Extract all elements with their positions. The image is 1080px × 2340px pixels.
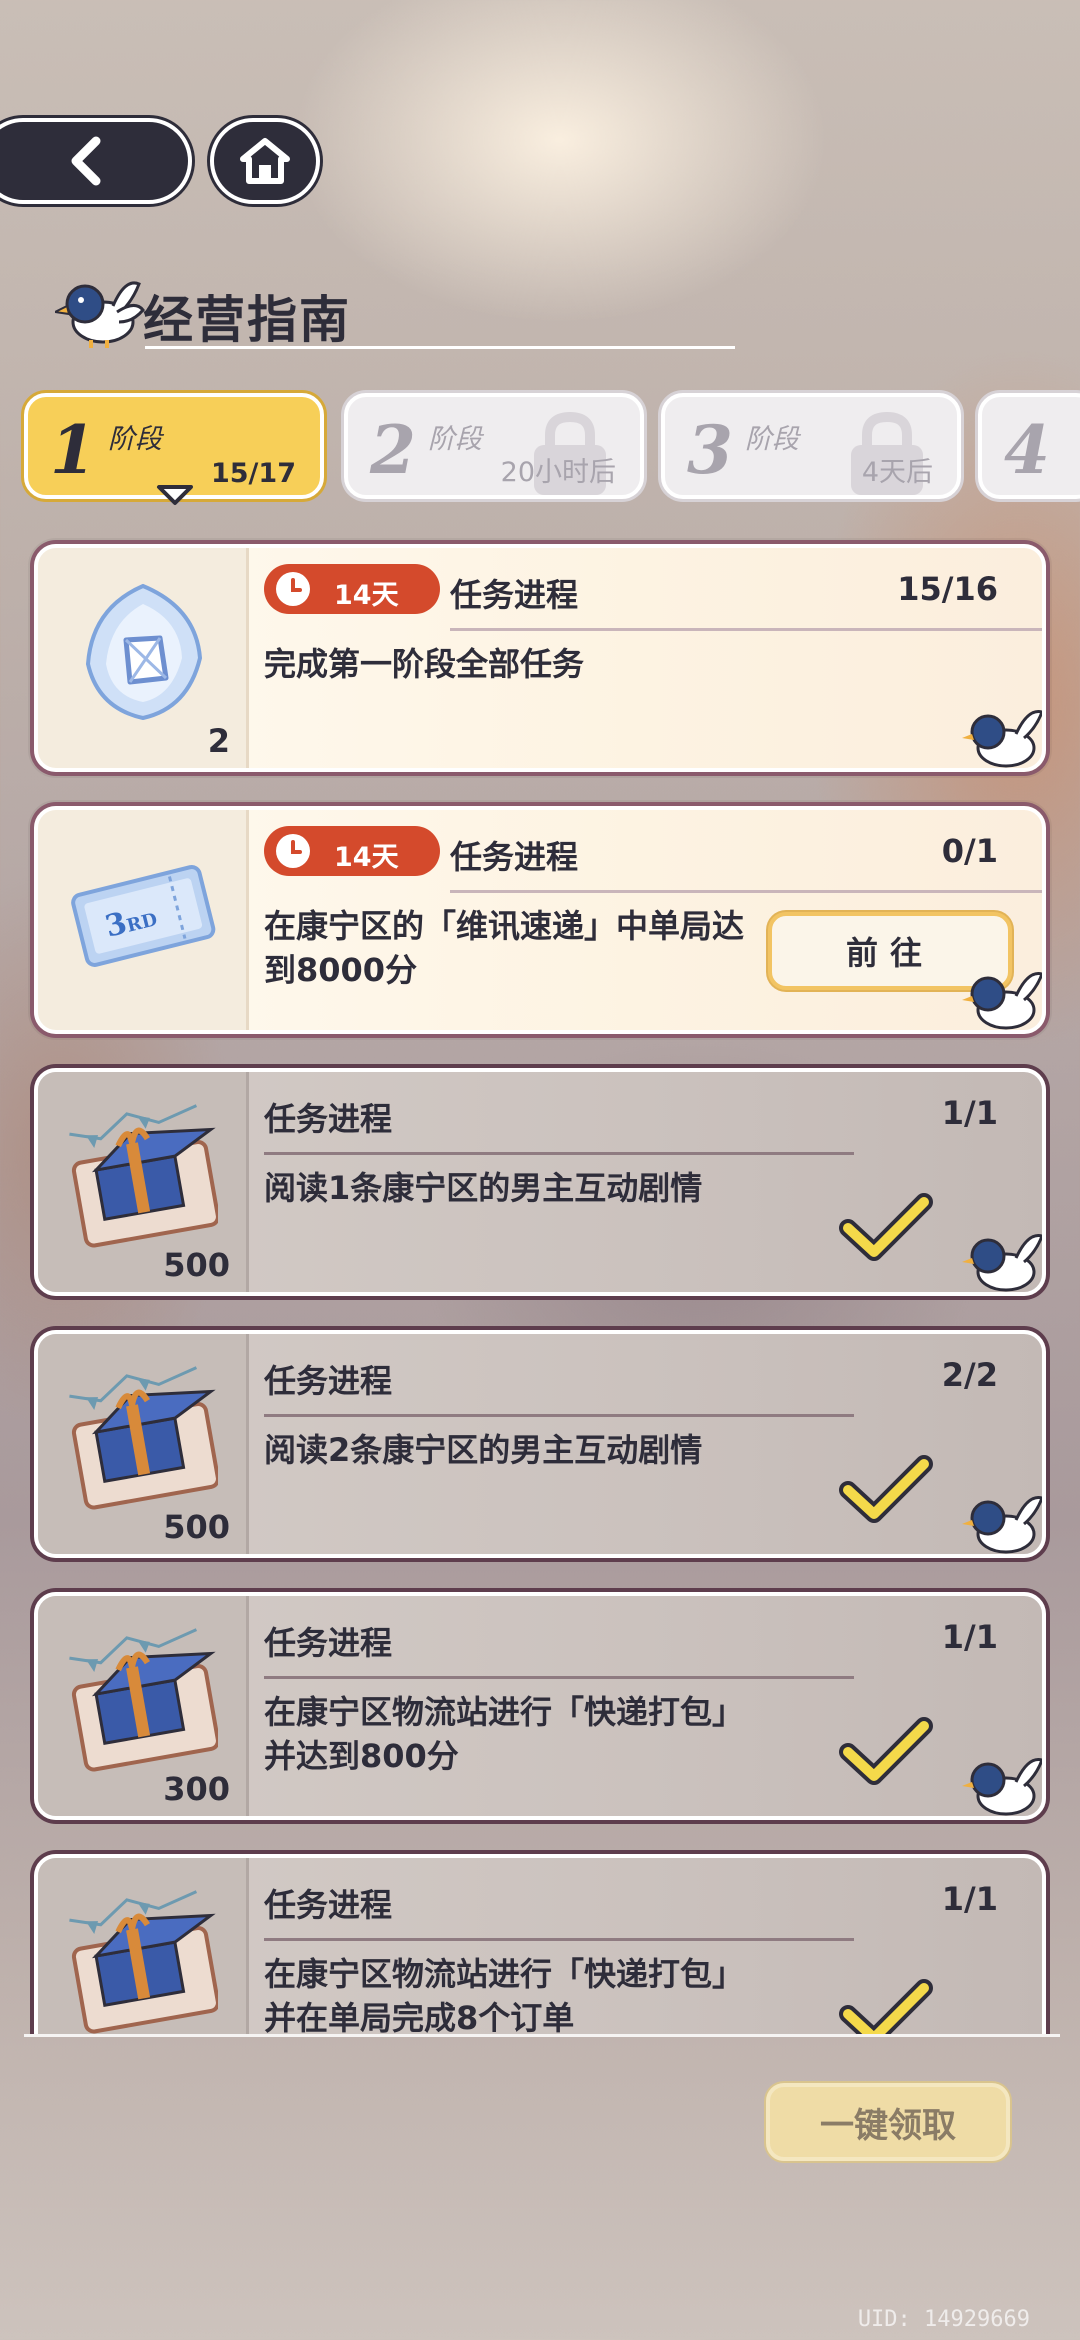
task-progress-count: 0/1 [941,832,998,870]
gift-box-icon [69,1366,218,1510]
task-description: 在康宁区的「维讯速递」中单局达到8000分 [264,907,745,989]
back-button[interactable] [0,118,192,204]
task-progress-count: 1/1 [941,1618,998,1656]
tab-label: 阶段 [745,424,799,455]
task-description: 完成第一阶段全部任务 [264,645,585,683]
tab-number: 1 [50,411,96,489]
mascot-bird-icon [962,971,1042,1030]
mascot-bird-icon [962,709,1042,768]
deadline-text: 14天 [334,580,399,611]
reward-slot[interactable]: 500 [38,1334,246,1554]
mascot-bird-icon [962,1233,1042,1292]
task-progress-count: 1/1 [941,1094,998,1132]
task-card: 500 任务进程 2/2 阅读2条康宁区的男主互动剧情 [34,1330,1046,1558]
task-progress-count: 2/2 [941,1356,998,1394]
chevron-left-icon [71,136,101,186]
home-icon [240,138,290,184]
reward-quantity: 500 [163,1246,230,1284]
title-underline [145,346,735,349]
task-progress-label: 任务进程 [450,576,579,614]
page-header: 经营指南 [55,270,735,350]
reward-slot[interactable]: 300 [38,1858,246,2034]
task-card: 500 任务进程 1/1 阅读1条康宁区的男主互动剧情 [34,1068,1046,1296]
tab-stage-2[interactable]: 2 阶段 20小时后 [344,393,644,499]
task-progress-label: 任务进程 [264,1886,393,1924]
checkmark-icon [839,1455,933,1523]
clock-icon [276,834,310,868]
tab-unlock-time: 4天后 [861,457,933,488]
task-description: 在康宁区物流站进行「快递打包」并达到800分 [264,1693,745,1775]
gift-box-icon [69,1890,218,2034]
gift-box-icon [69,1104,218,1248]
task-progress-count: 15/16 [897,570,998,608]
mascot-bird-icon [55,281,145,348]
mascot-bird-icon [962,1757,1042,1816]
task-description: 阅读2条康宁区的男主互动剧情 [264,1431,703,1469]
ticket-3rd-icon: 3RD [71,865,216,967]
task-card: 300 任务进程 1/1 在康宁区物流站进行「快递打包」并达到800分 [34,1592,1046,1820]
deadline-text: 14天 [334,842,399,873]
task-progress-label: 任务进程 [264,1362,393,1400]
tab-number: 2 [370,411,416,489]
tab-number: 4 [1004,411,1050,489]
reward-slot[interactable]: 300 [38,1596,246,1816]
task-card: 300 任务进程 1/1 在康宁区物流站进行「快递打包」并在单局完成8个订单 [34,1854,1046,2034]
task-card: 3RD 14天 任务进程 0/1 在康宁区的「维讯速递」中单局达到8000分 前… [34,806,1046,1034]
reward-slot[interactable]: 3RD [38,810,246,1030]
task-list-clip: 300 任务进程 1/1 在康宁区物流站进行「快递打包」并在单局完成8个订单 [0,1840,1080,2034]
user-id: UID: 14929669 [857,2307,1030,2332]
task-card: 2 14天 任务进程 15/16 完成第一阶段全部任务 [34,544,1046,772]
tab-label: 阶段 [108,424,162,455]
checkmark-icon [839,1193,933,1261]
list-edge-divider [0,2034,1080,2064]
tab-stage-4[interactable]: 4 [978,393,1080,499]
task-progress-label: 任务进程 [264,1100,393,1138]
task-description: 在康宁区物流站进行「快递打包」并在单局完成8个订单 [264,1955,745,2034]
checkmark-icon [839,1717,933,1785]
claim-all-button[interactable]: 一键领取 [766,2083,1010,2161]
deadline-badge: 14天 [264,826,440,876]
gift-box-icon [69,1628,218,1772]
task-progress-count: 1/1 [941,1880,998,1918]
reward-quantity: 2 [207,722,230,760]
crystal-icon [85,583,203,721]
tab-number: 3 [687,411,733,489]
reward-quantity: 300 [163,1770,230,1808]
reward-slot[interactable]: 2 [38,548,246,768]
tab-label: 阶段 [428,424,482,455]
home-button[interactable] [210,118,320,204]
tab-progress: 15/17 [210,458,296,489]
task-progress-label: 任务进程 [450,838,579,876]
clock-icon [276,572,310,606]
checkmark-icon [839,1979,933,2034]
tab-unlock-time: 20小时后 [500,457,616,488]
page-title: 经营指南 [143,291,351,349]
task-progress-label: 任务进程 [264,1624,393,1662]
reward-quantity: 500 [163,1508,230,1546]
mascot-bird-icon [962,1495,1042,1554]
task-description: 阅读1条康宁区的男主互动剧情 [264,1169,703,1207]
deadline-badge: 14天 [264,564,440,614]
reward-slot[interactable]: 500 [38,1072,246,1292]
tab-pointer-icon [157,485,193,505]
tab-stage-3[interactable]: 3 阶段 4天后 [661,393,961,499]
